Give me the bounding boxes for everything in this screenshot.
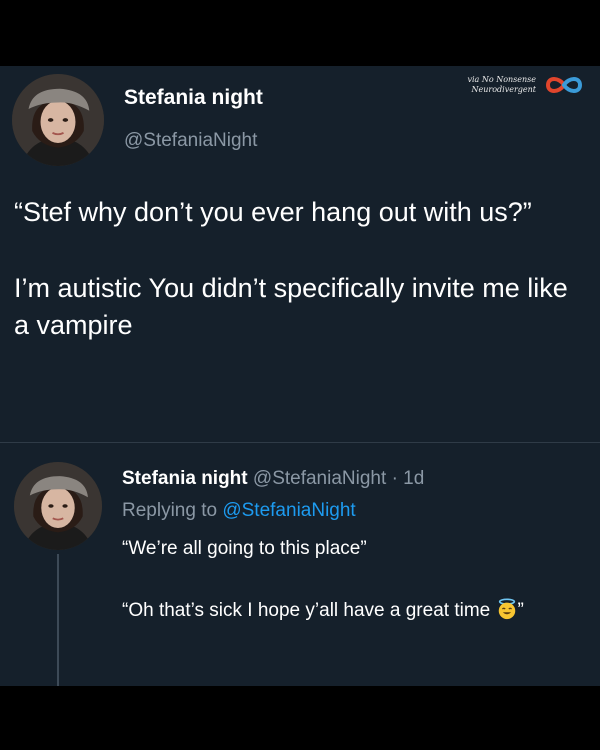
user-handle[interactable]: @StefaniaNight: [124, 130, 257, 152]
watermark-line-2: Neurodivergent: [471, 85, 536, 94]
thread-line: [57, 554, 59, 686]
meta-separator: ·: [391, 468, 398, 489]
reply-paragraph: “Oh that’s sick I hope y’all have a grea…: [122, 596, 582, 626]
replying-to-label: Replying to: [122, 500, 218, 521]
watermark-text: via No Nonsense Neurodivergent: [467, 75, 536, 95]
reply-quote-close: ”: [517, 600, 524, 621]
tweet-paragraph: I’m autistic You didn’t specifically inv…: [14, 273, 568, 340]
tweet-screenshot: via No Nonsense Neurodivergent Stefania …: [0, 66, 600, 686]
replying-to: Replying to @StefaniaNight: [122, 500, 356, 522]
reply-paragraph: “We’re all going to this place”: [122, 538, 367, 559]
avatar[interactable]: [12, 74, 104, 166]
avatar-image: [14, 462, 102, 550]
reply-paragraph-text: “Oh that’s sick I hope y’all have a grea…: [122, 600, 491, 621]
tweet-divider: [0, 442, 600, 443]
watermark: via No Nonsense Neurodivergent: [467, 74, 586, 96]
display-name[interactable]: Stefania night: [124, 86, 263, 110]
avatar-image: [12, 74, 104, 166]
reply-avatar[interactable]: [14, 462, 102, 550]
reply-user-handle[interactable]: @StefaniaNight: [253, 468, 386, 489]
reply-text: “We’re all going to this place” “Oh that…: [122, 534, 582, 626]
tweet-text: “Stef why don’t you ever hang out with u…: [14, 194, 584, 344]
replying-to-link[interactable]: @StefaniaNight: [222, 500, 355, 521]
smiling-face-with-halo-icon: [498, 598, 515, 620]
tweet-paragraph: “Stef why don’t you ever hang out with u…: [14, 197, 532, 227]
reply-header: Stefania night @StefaniaNight · 1d: [122, 468, 424, 490]
reply-display-name[interactable]: Stefania night: [122, 468, 248, 489]
watermark-line-1: via No Nonsense: [467, 75, 536, 84]
reply-timestamp[interactable]: 1d: [403, 468, 424, 489]
infinity-icon: [545, 77, 583, 93]
